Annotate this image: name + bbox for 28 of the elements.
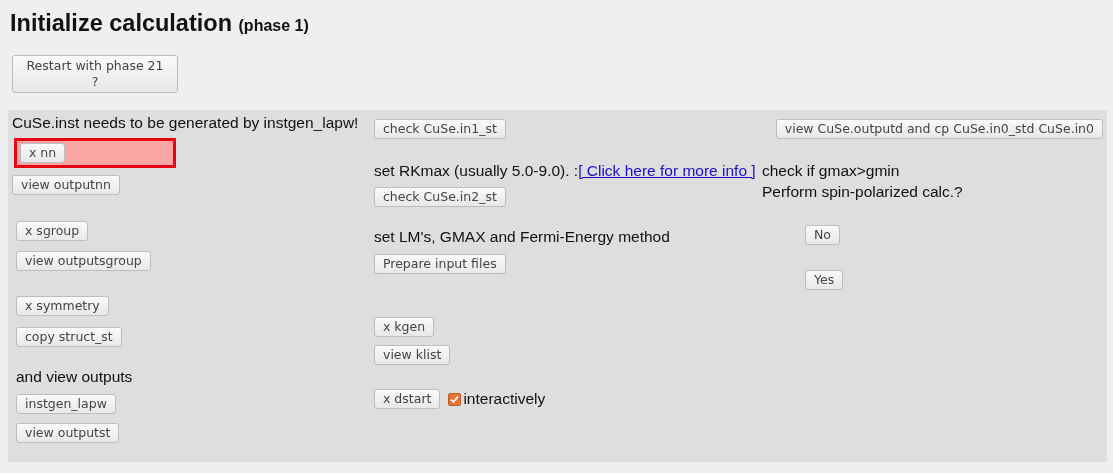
label-text: and view outputs — [16, 369, 134, 385]
label-text: CuSe.inst needs to be generated by instgen_lapw! — [12, 115, 360, 131]
restart-button[interactable]: Restart with phase 21 ? — [12, 55, 178, 93]
action-button[interactable]: x kgen — [374, 317, 435, 337]
checkbox-label: interactively — [463, 390, 546, 408]
label-text: set RKmax (usually 5.0-9.0). :[ Click here for more info ] — [374, 163, 757, 179]
label-text: check if gmax>gmin — [762, 163, 901, 179]
action-button[interactable]: x sgroup — [16, 221, 89, 241]
action-button[interactable]: view outputnn — [12, 175, 120, 195]
action-button[interactable]: check CuSe.in1_st — [374, 119, 506, 139]
page-title: Initialize calculation (phase 1) — [10, 10, 309, 37]
action-button[interactable]: x nn — [20, 143, 66, 163]
action-button[interactable]: x symmetry — [16, 296, 109, 316]
action-button[interactable]: instgen_lapw — [16, 394, 116, 414]
action-button[interactable]: copy struct_st — [16, 327, 122, 347]
info-link[interactable]: [ Click here for more info ] — [578, 162, 756, 179]
label-text: Perform spin-polarized calc.? — [762, 184, 964, 200]
label-text: set LM's, GMAX and Fermi-Energy method — [374, 229, 671, 245]
action-button[interactable]: view klist — [374, 345, 451, 365]
action-button[interactable]: view outputst — [16, 423, 120, 443]
action-button[interactable]: x dstart — [374, 389, 441, 409]
action-button[interactable]: view outputsgroup — [16, 251, 151, 271]
action-button[interactable]: view CuSe.outputd and cp CuSe.in0_std CuSe.in0 — [775, 119, 1103, 139]
action-button[interactable]: check CuSe.in2_st — [374, 187, 506, 207]
checkbox[interactable] — [448, 392, 462, 406]
action-button[interactable]: Yes — [805, 270, 844, 290]
action-button[interactable]: No — [805, 225, 840, 245]
action-button[interactable]: Prepare input files — [374, 254, 506, 274]
